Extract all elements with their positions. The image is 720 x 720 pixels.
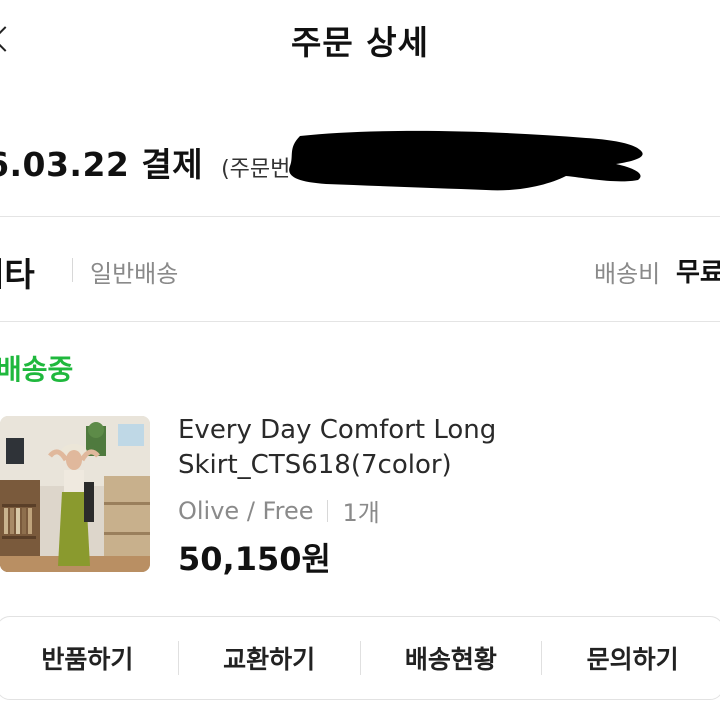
divider	[0, 216, 720, 217]
redaction-mark	[289, 130, 643, 191]
product-name[interactable]: Every Day Comfort Long Skirt_CTS618(7col…	[178, 413, 720, 483]
product-quantity: 1개	[342, 499, 380, 527]
shipping-fee-value: 무료	[676, 258, 720, 288]
product-option-row: Olive / Free 1개	[178, 493, 380, 528]
order-date: 6.03.22 결제	[0, 145, 204, 184]
product-thumbnail[interactable]	[0, 416, 150, 572]
product-price: 50,150원	[178, 540, 331, 578]
exchange-button[interactable]: 교환하기	[179, 640, 360, 676]
product-option: Olive / Free	[178, 496, 314, 525]
divider	[72, 258, 73, 282]
seller-name[interactable]: 씨타	[0, 248, 35, 296]
delivery-status: 배송중	[0, 353, 74, 386]
order-action-bar: 반품하기 교환하기 배송현황 문의하기	[0, 616, 720, 700]
order-info: 6.03.22 결제 (주문번호	[0, 138, 311, 186]
shipping-fee-label: 배송비	[594, 260, 661, 288]
divider	[0, 321, 720, 322]
delivery-type: 일반배송	[90, 260, 179, 288]
seller-row[interactable]: 씨타 일반배송 배송비 무료	[0, 238, 720, 300]
page-title: 주문 상세	[291, 23, 429, 62]
top-bar: 주문 상세	[0, 0, 720, 80]
return-button[interactable]: 반품하기	[0, 640, 178, 676]
track-delivery-button[interactable]: 배송현황	[361, 640, 542, 676]
inquiry-button[interactable]: 문의하기	[542, 640, 720, 676]
divider	[327, 499, 329, 522]
